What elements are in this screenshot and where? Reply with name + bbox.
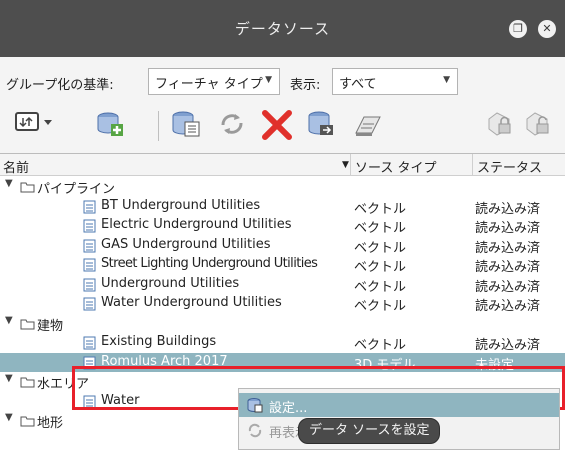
- column-source-type[interactable]: ソース タイプ: [355, 157, 436, 176]
- table-row[interactable]: GAS Underground Utilities ベクトル 読み込み済: [0, 236, 565, 256]
- source-status: 読み込み済: [475, 260, 541, 275]
- document-icon: [83, 239, 96, 252]
- document-icon: [83, 278, 96, 291]
- table-row[interactable]: Underground Utilities ベクトル 読み込み済: [0, 275, 565, 295]
- display-value: すべて: [339, 77, 377, 92]
- source-type: ベクトル: [354, 338, 407, 353]
- expand-triangle-icon[interactable]: ▼: [5, 412, 13, 423]
- properties-icon: [355, 116, 381, 136]
- properties-button[interactable]: [350, 107, 384, 141]
- lock-icon: [488, 112, 511, 136]
- group-by-label: グループ化の基準:: [6, 78, 114, 93]
- settings-button[interactable]: [170, 107, 204, 141]
- group-label: パイプライン: [37, 182, 116, 197]
- source-status: 読み込み済: [475, 299, 541, 314]
- expand-triangle-icon[interactable]: ▼: [5, 315, 13, 326]
- source-type: ベクトル: [354, 240, 407, 256]
- database-settings-icon: [247, 398, 263, 413]
- source-status: 読み込み済: [475, 338, 541, 353]
- unlock-icon: [526, 112, 549, 136]
- group-label: 地形: [37, 416, 64, 431]
- source-status: 読み込み済: [475, 240, 541, 256]
- source-name: Underground Utilities: [101, 275, 240, 291]
- document-icon: [83, 336, 96, 350]
- add-database-button[interactable]: [94, 107, 128, 141]
- source-type: ベクトル: [354, 260, 407, 275]
- database-export-icon: [308, 111, 333, 135]
- table-row[interactable]: Street Lighting Underground Utilities ベク…: [0, 255, 565, 275]
- refresh-icon: [248, 423, 262, 438]
- source-name: Street Lighting Underground Utilities: [101, 256, 318, 271]
- source-type: ベクトル: [354, 299, 407, 314]
- group-by-select[interactable]: フィーチャ タイプ ▼: [148, 68, 280, 95]
- title-bar[interactable]: データソース ❐ ✕: [0, 0, 565, 57]
- toolbar: [0, 103, 565, 149]
- chevron-down-icon: ▼: [265, 75, 272, 85]
- table-row[interactable]: Existing Buildings ベクトル 読み込み済: [0, 333, 565, 353]
- table-row[interactable]: Water Underground Utilities ベクトル 読み込み済: [0, 294, 565, 314]
- source-name: GAS Underground Utilities: [101, 236, 271, 252]
- document-icon: [83, 258, 96, 272]
- source-status: 読み込み済: [475, 221, 541, 236]
- source-type: ベクトル: [354, 201, 407, 217]
- source-name: Water Underground Utilities: [101, 295, 282, 310]
- delete-button[interactable]: [260, 107, 294, 141]
- refresh-button[interactable]: [215, 107, 249, 141]
- database-settings-icon: [172, 111, 200, 137]
- document-icon: [83, 219, 96, 233]
- restore-button[interactable]: ❐: [509, 20, 527, 38]
- add-dropdown-button[interactable]: [14, 107, 58, 141]
- delete-icon: [262, 110, 292, 140]
- column-divider: [472, 154, 473, 176]
- source-name: BT Underground Utilities: [101, 197, 261, 213]
- group-row-pipeline[interactable]: ▼ パイプライン: [0, 177, 565, 197]
- sort-indicator-icon[interactable]: ▼: [342, 160, 349, 170]
- table-row[interactable]: Electric Underground Utilities ベクトル 読み込み…: [0, 216, 565, 236]
- column-divider: [350, 154, 351, 176]
- tooltip: データ ソースを設定: [298, 418, 441, 444]
- display-select[interactable]: すべて ▼: [332, 68, 458, 95]
- lock-button[interactable]: [485, 107, 519, 141]
- folder-icon: [20, 319, 35, 329]
- group-label: 建物: [37, 318, 64, 334]
- source-type: ベクトル: [354, 279, 407, 295]
- column-name[interactable]: 名前: [3, 157, 29, 176]
- close-button[interactable]: ✕: [538, 20, 556, 38]
- list-header: 名前 ▼ ソース タイプ ステータス: [0, 154, 565, 176]
- export-button[interactable]: [305, 107, 339, 141]
- table-row[interactable]: BT Underground Utilities ベクトル 読み込み済: [0, 197, 565, 217]
- display-label: 表示:: [290, 78, 321, 93]
- expand-triangle-icon[interactable]: ▼: [5, 178, 13, 189]
- chevron-down-icon: ▼: [443, 75, 450, 85]
- expand-triangle-icon[interactable]: ▼: [5, 373, 13, 384]
- database-add-icon: [97, 112, 123, 136]
- column-status[interactable]: ステータス: [477, 157, 542, 176]
- source-name: Electric Underground Utilities: [101, 217, 292, 232]
- filter-bar: グループ化の基準: フィーチャ タイプ ▼ 表示: すべて ▼: [0, 60, 565, 100]
- group-row-buildings[interactable]: ▼ 建物: [0, 314, 565, 334]
- window-title: データソース: [234, 20, 331, 38]
- folder-icon: [20, 182, 35, 193]
- group-by-value: フィーチャ タイプ: [155, 77, 263, 92]
- source-name: Existing Buildings: [101, 334, 217, 349]
- add-data-icon: [15, 112, 52, 131]
- source-status: 読み込み済: [475, 201, 541, 217]
- folder-icon: [20, 377, 35, 388]
- menu-item-label: 設定...: [269, 401, 308, 416]
- data-source-panel: データソース ❐ ✕ グループ化の基準: フィーチャ タイプ ▼ 表示: すべて…: [0, 0, 565, 450]
- source-status: 読み込み済: [475, 279, 541, 295]
- unlock-button[interactable]: [523, 107, 557, 141]
- document-icon: [83, 297, 96, 311]
- folder-icon: [20, 416, 35, 427]
- source-type: ベクトル: [354, 221, 407, 236]
- menu-item-settings[interactable]: 設定...: [239, 393, 559, 417]
- document-icon: [83, 200, 96, 213]
- refresh-icon: [221, 114, 243, 134]
- toolbar-separator: [158, 111, 159, 141]
